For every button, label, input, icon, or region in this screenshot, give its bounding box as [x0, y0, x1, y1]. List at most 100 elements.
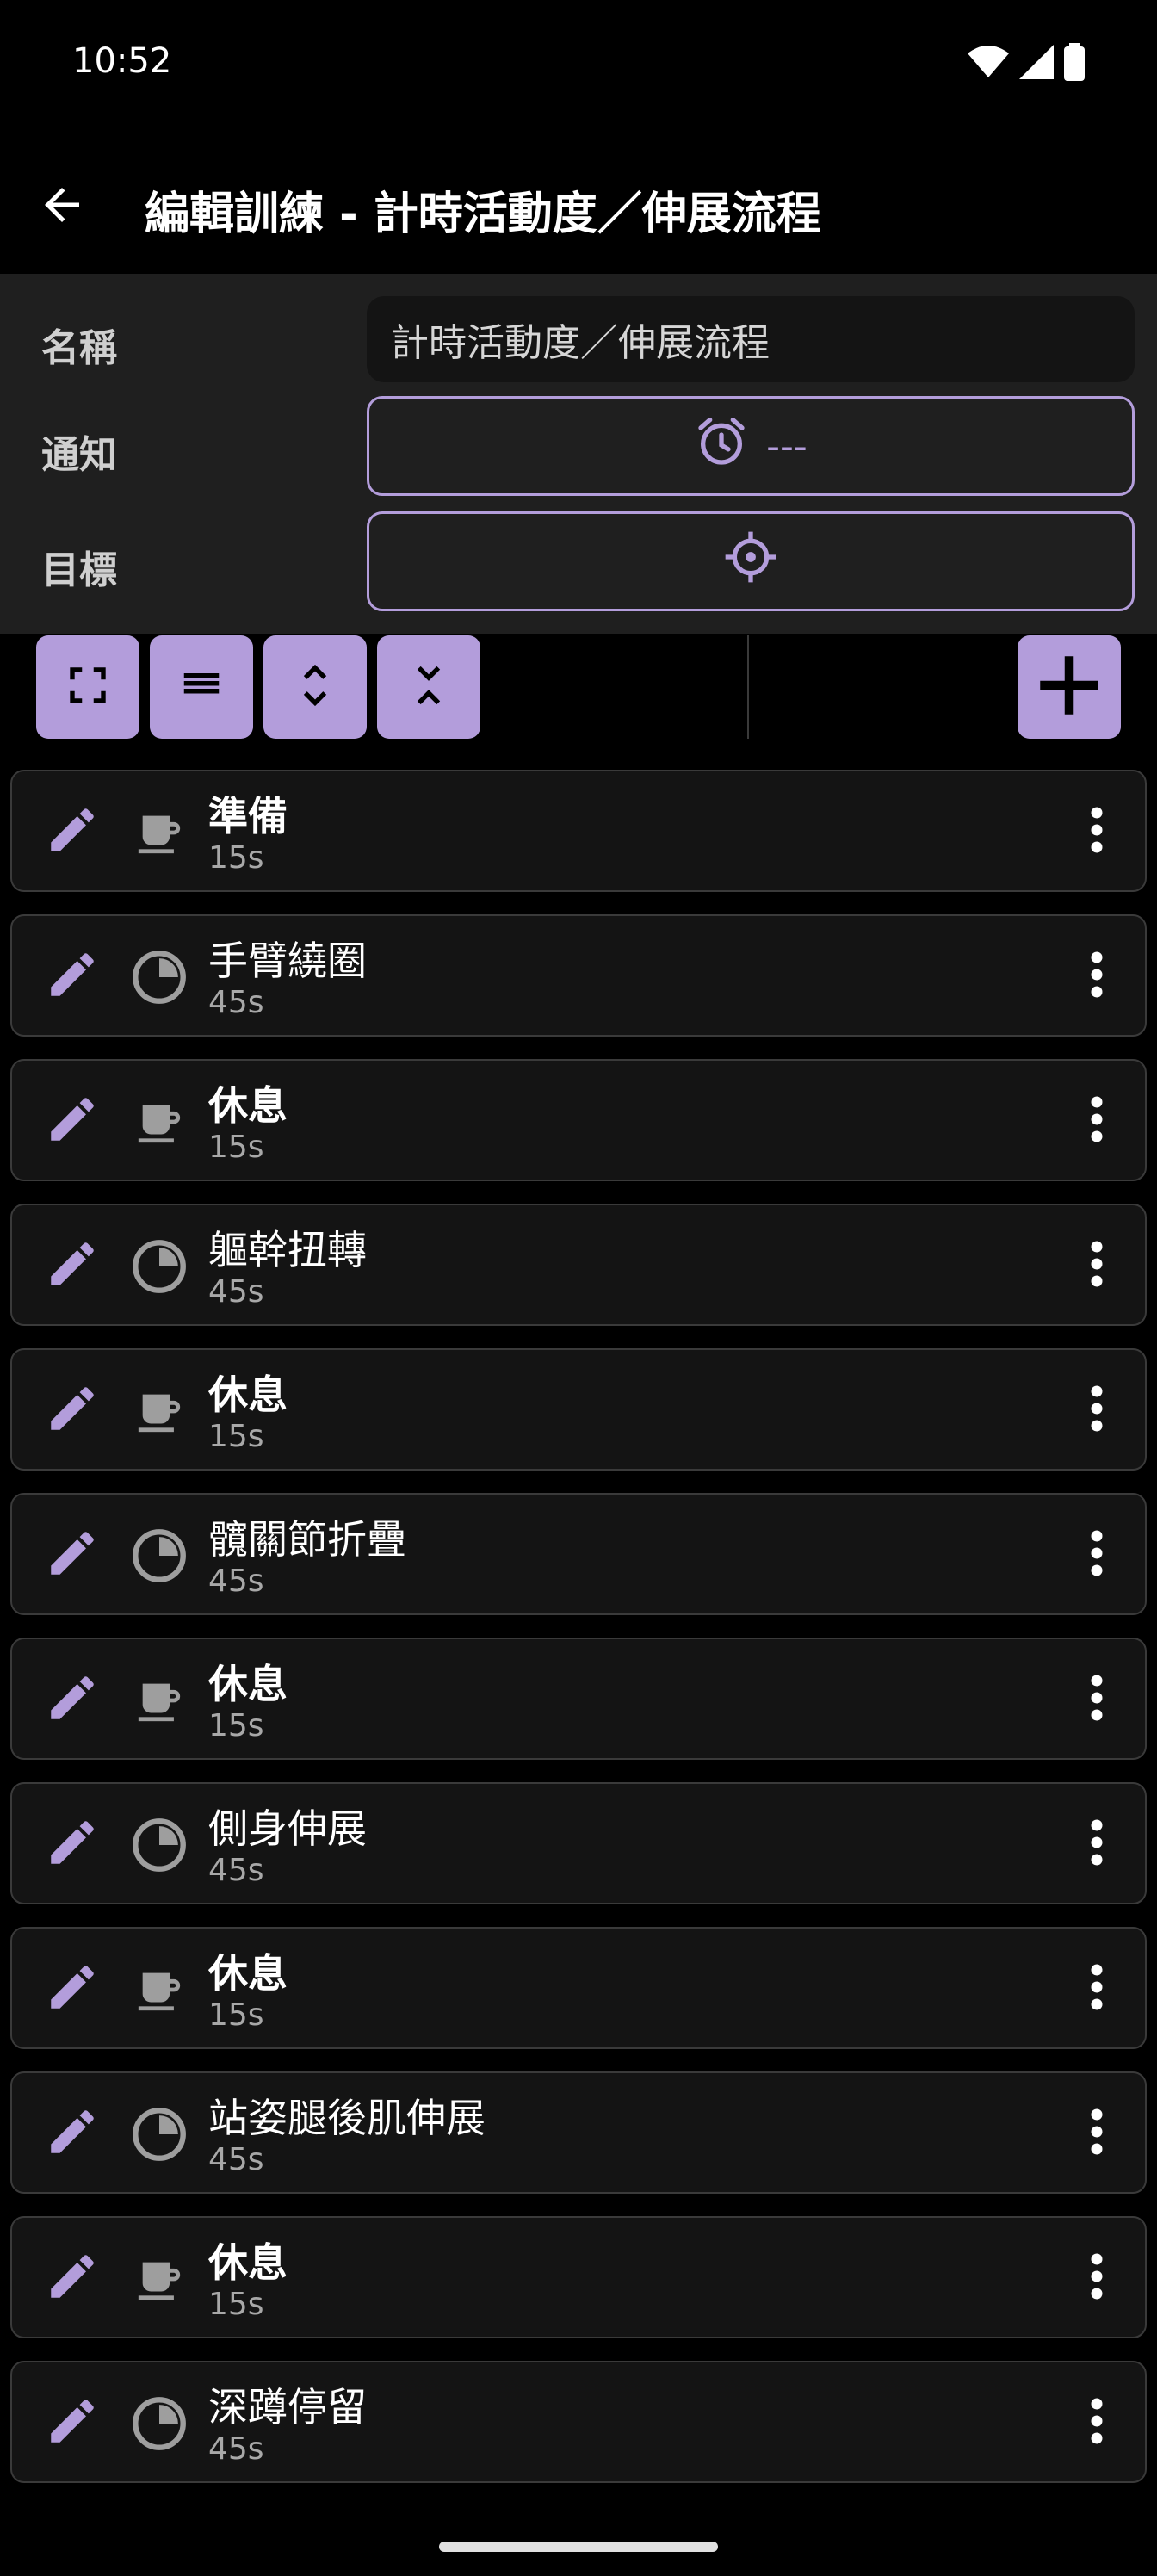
coffee-cup-icon: [129, 802, 189, 863]
edit-step-button[interactable]: [41, 1958, 103, 2020]
workout-step-row[interactable]: 站姿腿後肌伸展 45s: [10, 2071, 1147, 2194]
step-name: 側身伸展: [208, 1805, 367, 1852]
workout-step-row[interactable]: 深蹲停留 45s: [10, 2361, 1147, 2483]
more-vertical-icon: [1088, 2251, 1105, 2306]
workout-step-row[interactable]: 休息 15s: [10, 1348, 1147, 1471]
more-vertical-icon: [1088, 1383, 1105, 1438]
pencil-icon: [44, 1380, 101, 1440]
step-duration: 45s: [208, 1853, 264, 1888]
step-more-button[interactable]: [1071, 1233, 1123, 1298]
step-duration: 15s: [208, 1419, 264, 1454]
edit-step-button[interactable]: [41, 1524, 103, 1586]
notification-button[interactable]: ---: [367, 396, 1135, 496]
fullscreen-button[interactable]: [36, 635, 139, 739]
timer-pie-icon: [129, 947, 189, 1007]
add-step-button[interactable]: [1018, 635, 1121, 739]
step-more-button[interactable]: [1071, 1378, 1123, 1443]
expand-all-button[interactable]: [263, 635, 367, 739]
edit-step-button[interactable]: [41, 2102, 103, 2164]
status-bar: 10:52: [0, 0, 1157, 129]
more-vertical-icon: [1088, 1527, 1105, 1582]
edit-step-button[interactable]: [41, 1235, 103, 1297]
edit-step-button[interactable]: [41, 945, 103, 1007]
coffee-cup-icon: [129, 1670, 189, 1731]
app-bar: 編輯訓練 - 計時活動度／伸展流程: [0, 129, 1157, 274]
more-vertical-icon: [1088, 1817, 1105, 1872]
workout-name-field[interactable]: 計時活動度／伸展流程: [367, 296, 1135, 382]
timer-pie-icon: [129, 1815, 189, 1875]
step-duration: 15s: [208, 1708, 264, 1743]
collapse-all-button[interactable]: [377, 635, 480, 739]
step-more-button[interactable]: [1071, 2245, 1123, 2311]
step-duration: 15s: [208, 1130, 264, 1165]
step-more-button[interactable]: [1071, 1667, 1123, 1732]
step-more-button[interactable]: [1071, 2101, 1123, 2166]
coffee-cup-icon: [129, 1381, 189, 1441]
edit-step-button[interactable]: [41, 1669, 103, 1731]
step-duration: 15s: [208, 840, 264, 876]
step-name: 手臂繞圈: [208, 938, 367, 984]
workout-step-row[interactable]: 軀幹扭轉 45s: [10, 1204, 1147, 1326]
pencil-icon: [44, 1235, 101, 1296]
workout-settings-panel: 名稱 計時活動度／伸展流程 通知 --- 目標: [0, 274, 1157, 634]
step-duration: 45s: [208, 2431, 264, 2467]
workout-step-row[interactable]: 側身伸展 45s: [10, 1782, 1147, 1904]
reorder-button[interactable]: [150, 635, 253, 739]
step-more-button[interactable]: [1071, 944, 1123, 1009]
target-button[interactable]: [367, 511, 1135, 611]
step-more-button[interactable]: [1071, 1088, 1123, 1154]
workout-step-list: 準備 15s 手臂繞圈 45s 休息 15s 軀幹扭轉 45s 休息 15s 髖…: [10, 770, 1147, 2505]
coffee-cup-icon: [129, 1960, 189, 2020]
edit-step-button[interactable]: [41, 2392, 103, 2454]
more-vertical-icon: [1088, 1672, 1105, 1727]
pencil-icon: [44, 1814, 101, 1874]
step-duration: 45s: [208, 985, 264, 1020]
edit-step-button[interactable]: [41, 801, 103, 863]
timer-pie-icon: [129, 2104, 189, 2164]
name-label: 名稱: [41, 326, 117, 370]
edit-step-button[interactable]: [41, 1090, 103, 1152]
coffee-cup-icon: [129, 1092, 189, 1152]
pencil-icon: [44, 1091, 101, 1151]
step-duration: 45s: [208, 2142, 264, 2177]
back-button[interactable]: [31, 176, 93, 238]
more-vertical-icon: [1088, 2106, 1105, 2161]
step-name: 站姿腿後肌伸展: [208, 2095, 486, 2141]
status-icons: [968, 43, 1085, 84]
status-time: 10:52: [72, 41, 172, 81]
edit-step-button[interactable]: [41, 2247, 103, 2309]
workout-step-row[interactable]: 休息 15s: [10, 1059, 1147, 1181]
edit-step-button[interactable]: [41, 1813, 103, 1875]
timer-pie-icon: [129, 2393, 189, 2454]
workout-step-row[interactable]: 髖關節折疊 45s: [10, 1493, 1147, 1615]
more-vertical-icon: [1088, 2395, 1105, 2450]
step-name: 軀幹扭轉: [208, 1227, 367, 1273]
workout-step-row[interactable]: 準備 15s: [10, 770, 1147, 892]
pencil-icon: [44, 1959, 101, 2019]
step-more-button[interactable]: [1071, 1522, 1123, 1588]
workout-step-row[interactable]: 手臂繞圈 45s: [10, 914, 1147, 1037]
pencil-icon: [44, 2393, 101, 2453]
step-more-button[interactable]: [1071, 1811, 1123, 1877]
step-more-button[interactable]: [1071, 799, 1123, 864]
home-indicator[interactable]: [439, 2542, 718, 2552]
step-more-button[interactable]: [1071, 2390, 1123, 2455]
wifi-icon: [968, 45, 1009, 83]
notification-label: 通知: [41, 433, 117, 477]
timer-pie-icon: [129, 1526, 189, 1586]
pencil-icon: [44, 2103, 101, 2164]
add-icon: [1030, 647, 1108, 728]
crosshair-target-icon: [723, 529, 778, 594]
edit-step-button[interactable]: [41, 1379, 103, 1441]
step-more-button[interactable]: [1071, 1956, 1123, 2022]
toolbar-divider: [747, 635, 749, 739]
more-vertical-icon: [1088, 804, 1105, 859]
step-name: 髖關節折疊: [208, 1516, 406, 1563]
step-name: 休息: [208, 1661, 288, 1707]
workout-step-row[interactable]: 休息 15s: [10, 1638, 1147, 1760]
step-name: 準備: [208, 793, 288, 839]
step-duration: 45s: [208, 1274, 264, 1310]
workout-step-row[interactable]: 休息 15s: [10, 2216, 1147, 2338]
workout-step-row[interactable]: 休息 15s: [10, 1927, 1147, 2049]
pencil-icon: [44, 1669, 101, 1730]
